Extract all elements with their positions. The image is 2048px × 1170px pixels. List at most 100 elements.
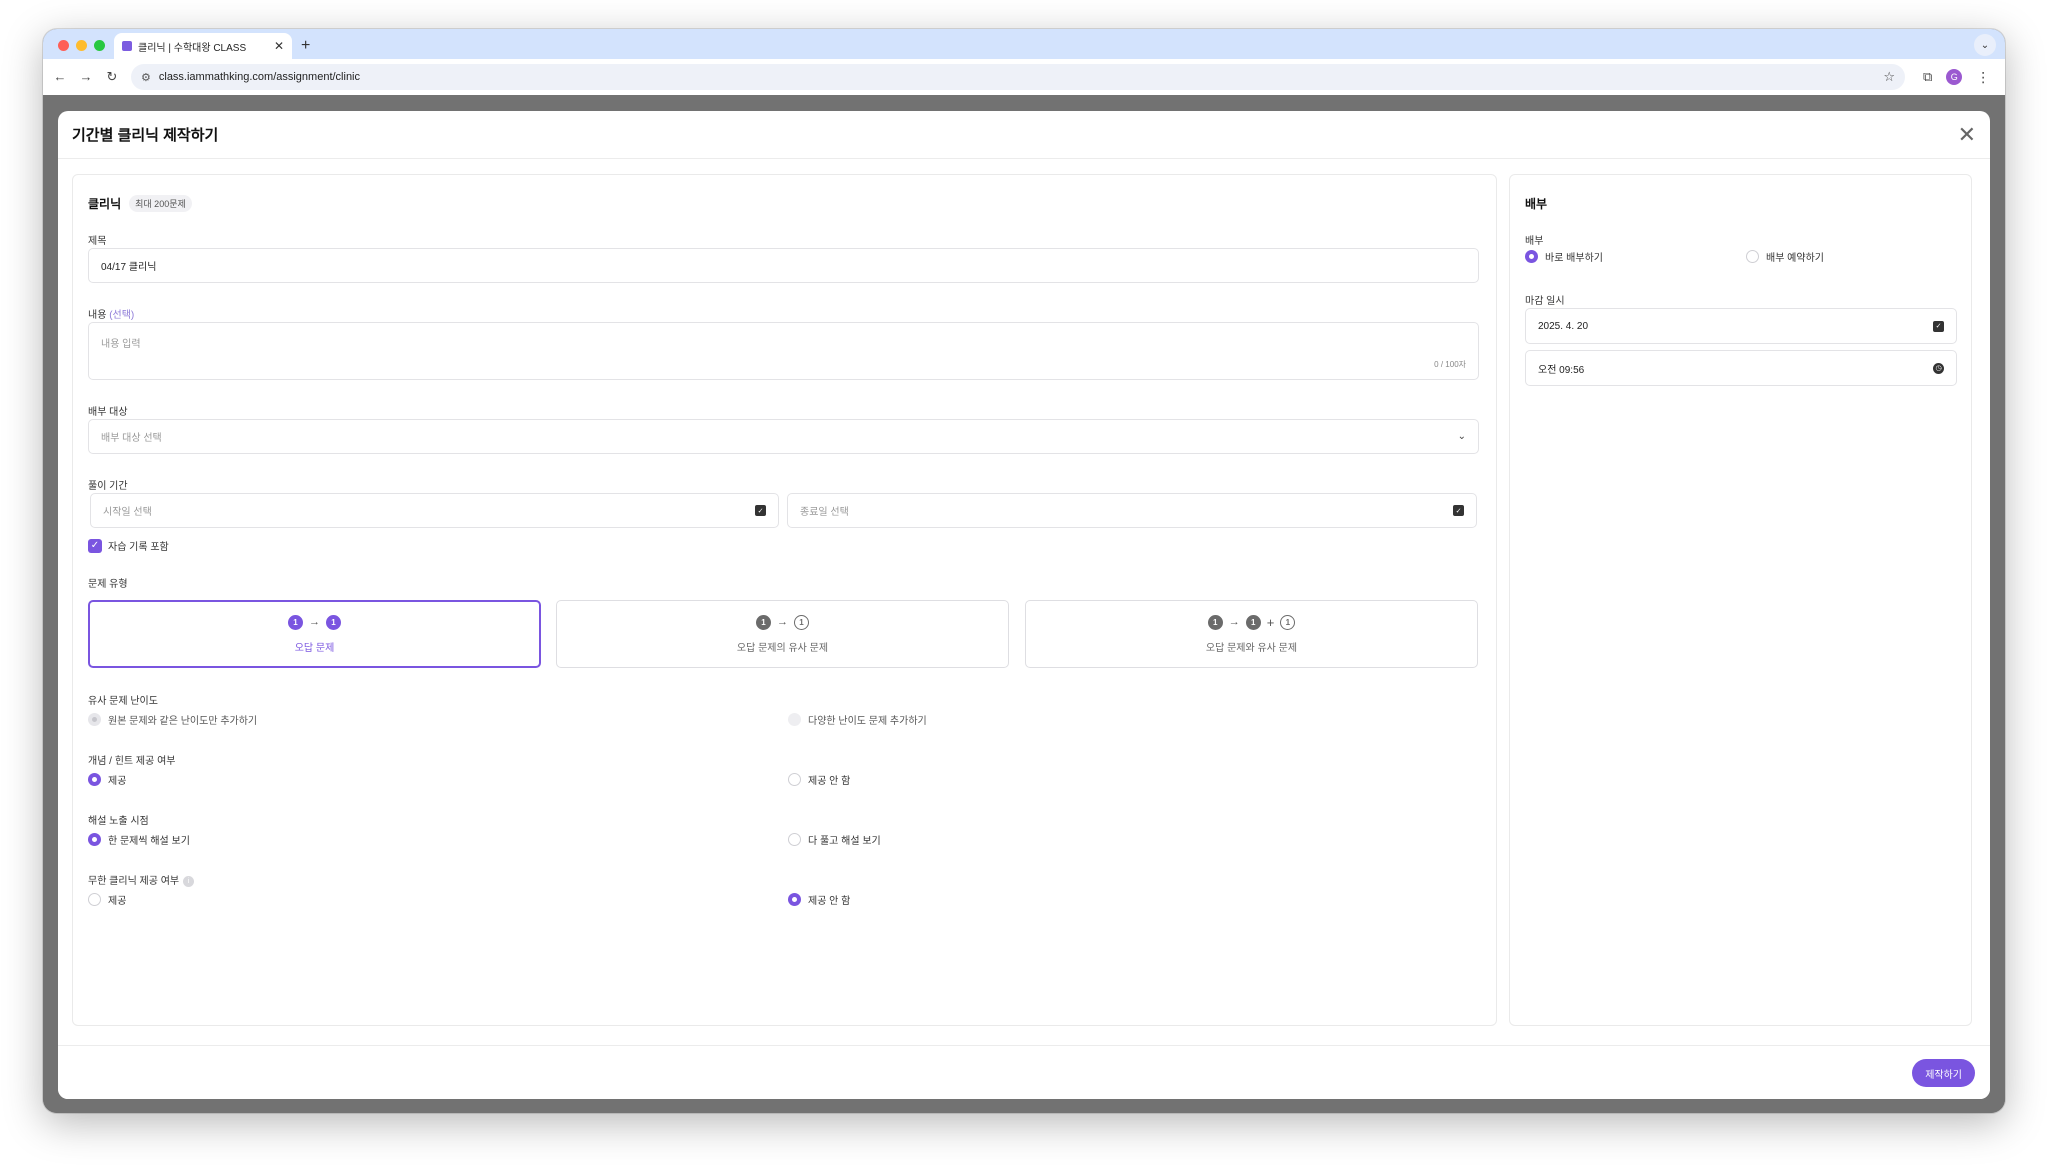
- infinite-label-text: 무한 클리닉 제공 여부: [88, 876, 180, 887]
- forward-arrow-icon[interactable]: →: [73, 69, 99, 85]
- hint-label: 개념 / 힌트 제공 여부: [88, 756, 176, 767]
- calendar-icon[interactable]: ✓: [755, 505, 766, 516]
- end-date-input[interactable]: 종료일 선택 ✓: [787, 493, 1477, 528]
- hint-none-radio[interactable]: 제공 안 함: [788, 772, 850, 787]
- deadline-label: 마감 일시: [1525, 296, 1565, 307]
- infinite-none-radio[interactable]: 제공 안 함: [788, 892, 850, 907]
- title-label: 제목: [88, 236, 107, 247]
- title-input[interactable]: 04/17 클리닉: [88, 248, 1479, 283]
- radio-icon[interactable]: [88, 713, 101, 726]
- chevron-down-icon: ⌄: [1457, 431, 1466, 442]
- max-problems-badge: 최대 200문제: [129, 195, 192, 212]
- problem-type-similar[interactable]: 1 → 1 오답 문제의 유사 문제: [556, 600, 1009, 668]
- close-icon[interactable]: ✕: [1958, 123, 1976, 146]
- distribute-now-radio[interactable]: 바로 배부하기: [1525, 249, 1603, 264]
- hint-provide-radio[interactable]: 제공: [88, 772, 126, 787]
- type-sequence-graphic: 1 → 1: [756, 614, 809, 630]
- extensions-puzzle-icon[interactable]: ⧉: [1923, 69, 1932, 85]
- radio-icon[interactable]: [88, 833, 101, 846]
- clinic-panel: 클리닉 최대 200문제 제목 04/17 클리닉 내용 (선택) 내용 입력 …: [72, 174, 1497, 1026]
- radio-icon[interactable]: [88, 893, 101, 906]
- problem-type-wrong-and-similar[interactable]: 1 → 1 + 1 오답 문제와 유사 문제: [1025, 600, 1478, 668]
- radio-icon[interactable]: [788, 773, 801, 786]
- period-label: 풀이 기간: [88, 481, 128, 492]
- target-placeholder: 배부 대상 선택: [101, 433, 162, 444]
- infinite-provide-radio[interactable]: 제공: [88, 892, 126, 907]
- radio-icon[interactable]: [788, 833, 801, 846]
- include-self-study-label: 자습 기록 포함: [108, 542, 169, 553]
- bookmark-star-icon[interactable]: ☆: [1883, 69, 1895, 85]
- deadline-date-input[interactable]: 2025. 4. 20 ✓: [1525, 308, 1957, 344]
- infinite-label: 무한 클리닉 제공 여부 i: [88, 872, 195, 887]
- target-select[interactable]: 배부 대상 선택 ⌄: [88, 419, 1479, 454]
- tab-active[interactable]: 클리닉 | 수학대왕 CLASS ✕: [114, 33, 292, 59]
- site-settings-icon[interactable]: ⚙: [141, 71, 151, 84]
- problem-type-caption: 오답 문제와 유사 문제: [1205, 642, 1298, 654]
- more-menu-icon[interactable]: ⋮: [1976, 69, 1990, 86]
- tab-search-chevron-icon[interactable]: ⌄: [1974, 34, 1996, 56]
- close-window-button[interactable]: [58, 40, 69, 51]
- browser-toolbar: ← → ↻ ⚙ class.iammathking.com/assignment…: [43, 59, 2005, 95]
- radio-icon[interactable]: [1746, 250, 1759, 263]
- infinite-none-label: 제공 안 함: [808, 896, 851, 907]
- content-textarea[interactable]: 내용 입력 0 / 100자: [88, 322, 1479, 380]
- radio-icon[interactable]: [1525, 250, 1538, 263]
- calendar-icon[interactable]: ✓: [1933, 320, 1944, 332]
- minimize-window-button[interactable]: [76, 40, 87, 51]
- type-sequence-graphic: 1 → 1: [288, 614, 341, 630]
- browser-window: 클리닉 | 수학대왕 CLASS ✕ + ⌄ ← → ↻ ⚙ class.iam…: [43, 29, 2005, 1113]
- start-date-input[interactable]: 시작일 선택 ✓: [90, 493, 779, 528]
- address-bar[interactable]: ⚙ class.iammathking.com/assignment/clini…: [131, 64, 1905, 90]
- solution-each-label: 한 문제씩 해설 보기: [108, 836, 190, 847]
- tab-title: 클리닉 | 수학대왕 CLASS: [138, 42, 247, 54]
- problem-type-caption: 오답 문제: [294, 642, 335, 654]
- content-char-counter: 0 / 100자: [1434, 360, 1466, 369]
- number-circle-icon: 1: [326, 614, 341, 630]
- number-circle-outline-icon: 1: [1280, 614, 1296, 630]
- plus-icon: +: [1266, 614, 1275, 630]
- hint-none-label: 제공 안 함: [808, 776, 851, 787]
- calendar-icon[interactable]: ✓: [1453, 505, 1464, 516]
- deadline-time-value: 오전 09:56: [1538, 364, 1585, 376]
- arrow-right-icon: →: [1228, 616, 1240, 628]
- distribute-schedule-label: 배부 예약하기: [1766, 253, 1824, 264]
- solution-label: 해설 노출 시점: [88, 816, 149, 827]
- window-controls: [58, 40, 105, 51]
- checkbox-check-icon[interactable]: ✓: [88, 538, 102, 553]
- clock-icon[interactable]: ◷: [1933, 362, 1944, 374]
- create-button[interactable]: 제작하기: [1912, 1059, 1975, 1087]
- info-icon[interactable]: i: [183, 875, 195, 887]
- solution-after-label: 다 풀고 해설 보기: [808, 836, 881, 847]
- modal-title: 기간별 클리닉 제작하기: [72, 127, 219, 144]
- difficulty-various-radio[interactable]: 다양한 난이도 문제 추가하기: [788, 712, 927, 727]
- reload-icon[interactable]: ↻: [99, 69, 125, 85]
- solution-each-radio[interactable]: 한 문제씩 해설 보기: [88, 832, 190, 847]
- include-self-study-checkbox[interactable]: ✓ 자습 기록 포함: [88, 538, 169, 553]
- target-label: 배부 대상: [88, 407, 128, 418]
- radio-icon[interactable]: [788, 893, 801, 906]
- maximize-window-button[interactable]: [94, 40, 105, 51]
- create-clinic-modal: 기간별 클리닉 제작하기 ✕ 클리닉 최대 200문제 제목 04/17 클리닉…: [58, 111, 1990, 1099]
- arrow-right-icon: →: [777, 616, 788, 628]
- radio-icon[interactable]: [88, 773, 101, 786]
- problem-type-wrong-only[interactable]: 1 → 1 오답 문제: [88, 600, 541, 668]
- deadline-date-value: 2025. 4. 20: [1538, 320, 1589, 332]
- modal-header: 기간별 클리닉 제작하기 ✕: [58, 111, 1990, 159]
- solution-after-radio[interactable]: 다 풀고 해설 보기: [788, 832, 881, 847]
- clinic-heading: 클리닉 최대 200문제: [88, 195, 192, 212]
- back-arrow-icon[interactable]: ←: [47, 69, 73, 85]
- new-tab-button[interactable]: +: [301, 37, 310, 55]
- type-sequence-graphic: 1 → 1 + 1: [1207, 614, 1296, 630]
- profile-avatar[interactable]: G: [1946, 69, 1963, 85]
- difficulty-same-radio[interactable]: 원본 문제와 같은 난이도만 추가하기: [88, 712, 257, 727]
- distribution-label: 배부: [1525, 236, 1544, 247]
- radio-icon[interactable]: [788, 713, 801, 726]
- infinite-provide-label: 제공: [108, 896, 127, 907]
- deadline-time-input[interactable]: 오전 09:56 ◷: [1525, 350, 1957, 386]
- distribution-panel: 배부 배부 바로 배부하기 배부 예약하기 마감 일시 2025. 4. 20 …: [1509, 174, 1972, 1026]
- distribute-schedule-radio[interactable]: 배부 예약하기: [1746, 249, 1824, 264]
- tab-close-icon[interactable]: ✕: [274, 39, 284, 53]
- distribution-heading-text: 배부: [1525, 197, 1548, 211]
- content-placeholder: 내용 입력: [101, 339, 141, 350]
- url-text[interactable]: class.iammathking.com/assignment/clinic: [159, 71, 1875, 83]
